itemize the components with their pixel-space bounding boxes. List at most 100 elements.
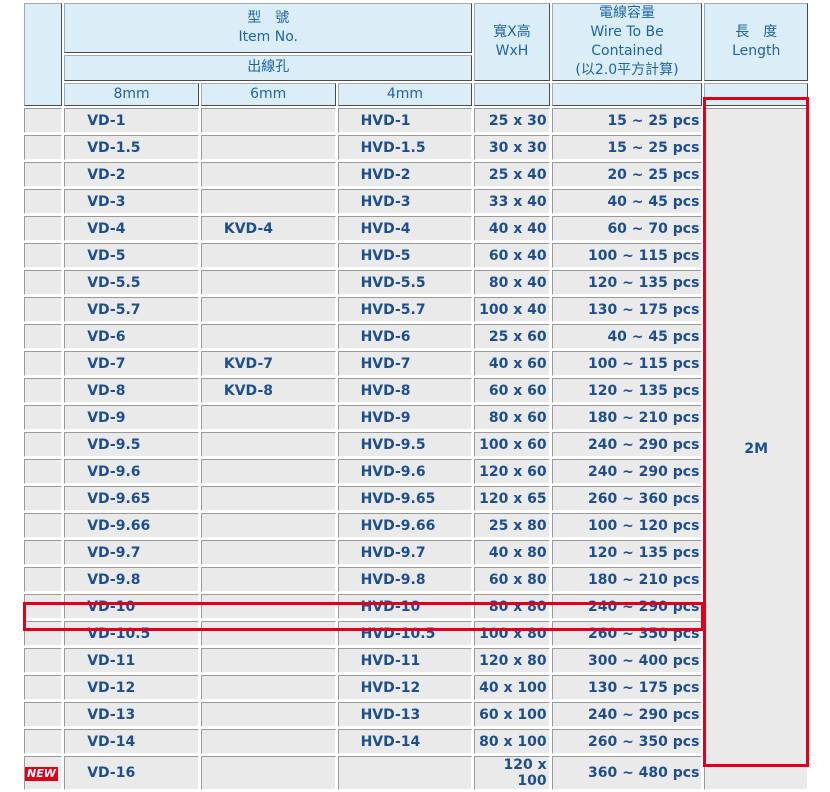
header-item-no-en: Item No.: [238, 28, 298, 45]
cell-wire-capacity: 300 ~ 400 pcs: [551, 648, 703, 673]
header-wire-en: Wire To Be Contained: [590, 24, 664, 59]
header-outlet: 出線孔: [64, 54, 473, 81]
cell-wxh: 80 x 40: [474, 270, 550, 295]
new-badge: NEW: [25, 767, 58, 781]
cell-kvd-6mm: [200, 324, 336, 349]
cell-wxh: 80 x 100: [474, 729, 550, 754]
cell-vd-8mm: VD-11: [64, 648, 199, 673]
cell-kvd-6mm: [200, 162, 336, 187]
cell-wxh: 25 x 60: [474, 324, 550, 349]
cell-kvd-6mm: [200, 297, 336, 322]
cell-kvd-6mm: [200, 648, 336, 673]
table-row: VD-3 HVD-3 33 x 40 40 ~ 45 pcs: [24, 189, 808, 214]
cell-wxh: 100 x 80: [474, 621, 550, 646]
cell-kvd-6mm: [200, 459, 336, 484]
cell-wire-capacity: 20 ~ 25 pcs: [551, 162, 703, 187]
cell-vd-8mm: VD-16: [64, 756, 199, 790]
cell-hvd-4mm: HVD-14: [337, 729, 473, 754]
table-row: VD-9.8 HVD-9.8 60 x 80 180 ~ 210 pcs: [24, 567, 808, 592]
cell-wxh: 120 x 60: [474, 459, 550, 484]
table-row: VD-9.6 HVD-9.6 120 x 60 240 ~ 290 pcs: [24, 459, 808, 484]
cell-vd-8mm: VD-1.5: [64, 135, 199, 160]
header-length-zh: 長 度: [735, 24, 778, 40]
table-row: VD-7 KVD-7 HVD-7 40 x 60 100 ~ 115 pcs: [24, 351, 808, 376]
table-row: VD-12 HVD-12 40 x 100 130 ~ 175 pcs: [24, 675, 808, 700]
row-marker-cell: [24, 648, 63, 673]
row-marker-cell: [24, 297, 63, 322]
header-wxh: 寬X高 WxH: [474, 3, 550, 81]
cell-vd-8mm: VD-2: [64, 162, 199, 187]
cell-wire-capacity: 120 ~ 135 pcs: [551, 378, 703, 403]
cell-wire-capacity: 120 ~ 135 pcs: [551, 540, 703, 565]
cell-vd-8mm: VD-4: [64, 216, 199, 241]
cell-hvd-4mm: HVD-9.7: [337, 540, 473, 565]
cell-vd-8mm: VD-14: [64, 729, 199, 754]
table-row: VD-9.5 HVD-9.5 100 x 60 240 ~ 290 pcs: [24, 432, 808, 457]
cell-kvd-6mm: [200, 405, 336, 430]
cell-hvd-4mm: HVD-4: [337, 216, 473, 241]
cell-wxh: 40 x 100: [474, 675, 550, 700]
cell-hvd-4mm: HVD-1.5: [337, 135, 473, 160]
cell-vd-8mm: VD-1: [64, 108, 199, 133]
cell-hvd-4mm: HVD-5.7: [337, 297, 473, 322]
row-marker-cell: [24, 729, 63, 754]
header-empty-wxh: [474, 83, 550, 106]
cell-wire-capacity: 60 ~ 70 pcs: [551, 216, 703, 241]
table-row: VD-13 HVD-13 60 x 100 240 ~ 290 pcs: [24, 702, 808, 727]
cell-vd-8mm: VD-9.6: [64, 459, 199, 484]
cell-kvd-6mm: [200, 729, 336, 754]
cell-kvd-6mm: [200, 513, 336, 538]
row-marker-cell: [24, 405, 63, 430]
cell-wire-capacity: 240 ~ 290 pcs: [551, 594, 703, 619]
table-row: VD-4 KVD-4 HVD-4 40 x 40 60 ~ 70 pcs: [24, 216, 808, 241]
cell-wire-capacity: 360 ~ 480 pcs: [551, 756, 703, 790]
row-marker-cell: NEW: [24, 756, 63, 790]
cell-vd-8mm: VD-9.8: [64, 567, 199, 592]
table-row: VD-11 HVD-11 120 x 80 300 ~ 400 pcs: [24, 648, 808, 673]
cell-vd-8mm: VD-5: [64, 243, 199, 268]
row-marker-cell: [24, 459, 63, 484]
row-marker-cell: [24, 378, 63, 403]
cell-vd-8mm: VD-8: [64, 378, 199, 403]
cell-wxh: 30 x 30: [474, 135, 550, 160]
header-item-no-zh: 型 號: [247, 9, 290, 26]
cell-wxh: 60 x 100: [474, 702, 550, 727]
header-wire-capacity: 電線容量 Wire To Be Contained (以2.0平方計算): [551, 3, 703, 81]
cell-hvd-4mm: [337, 756, 473, 790]
cell-wire-capacity: 240 ~ 290 pcs: [551, 702, 703, 727]
header-length: 長 度 Length: [704, 3, 808, 81]
row-marker-cell: [24, 486, 63, 511]
cell-wxh: 25 x 80: [474, 513, 550, 538]
cell-vd-8mm: VD-10: [64, 594, 199, 619]
cell-wxh: 33 x 40: [474, 189, 550, 214]
row-marker-cell: [24, 135, 63, 160]
cell-wire-capacity: 240 ~ 290 pcs: [551, 459, 703, 484]
product-spec-table-wrapper: 型 號 Item No. 寬X高 WxH 電線容量 Wire To Be Con…: [22, 1, 810, 792]
cell-vd-8mm: VD-9.66: [64, 513, 199, 538]
cell-hvd-4mm: HVD-9.5: [337, 432, 473, 457]
cell-wxh: 80 x 80: [474, 594, 550, 619]
cell-wxh: 40 x 40: [474, 216, 550, 241]
cell-wire-capacity: 40 ~ 45 pcs: [551, 324, 703, 349]
table-row: VD-1 HVD-1 25 x 30 15 ~ 25 pcs 2M: [24, 108, 808, 790]
cell-hvd-4mm: HVD-8: [337, 378, 473, 403]
row-marker-cell: [24, 162, 63, 187]
cell-kvd-6mm: [200, 756, 336, 790]
cell-hvd-4mm: HVD-9.6: [337, 459, 473, 484]
header-empty-wire: [551, 83, 703, 106]
row-marker-cell: [24, 702, 63, 727]
cell-hvd-4mm: HVD-1: [337, 108, 473, 133]
cell-vd-8mm: VD-5.5: [64, 270, 199, 295]
row-marker-cell: [24, 432, 63, 457]
table-header: 型 號 Item No. 寬X高 WxH 電線容量 Wire To Be Con…: [24, 3, 808, 106]
cell-kvd-6mm: [200, 621, 336, 646]
row-marker-cell: [24, 243, 63, 268]
cell-kvd-6mm: [200, 270, 336, 295]
row-marker-cell: [24, 189, 63, 214]
table-row: VD-2 HVD-2 25 x 40 20 ~ 25 pcs: [24, 162, 808, 187]
cell-hvd-4mm: HVD-5.5: [337, 270, 473, 295]
row-marker-cell: [24, 621, 63, 646]
cell-kvd-6mm: KVD-7: [200, 351, 336, 376]
cell-vd-8mm: VD-10.5: [64, 621, 199, 646]
row-marker-cell: [24, 594, 63, 619]
